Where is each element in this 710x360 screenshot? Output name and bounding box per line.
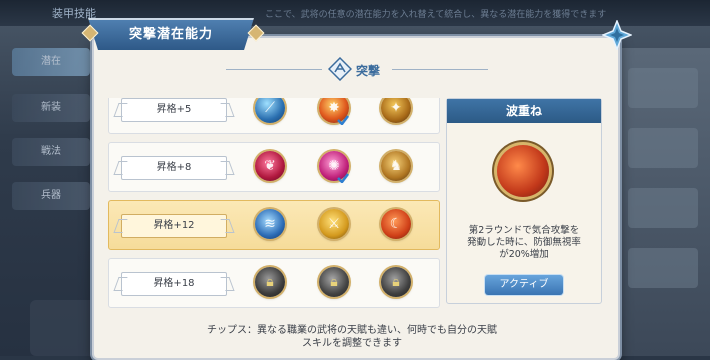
rank-list: 昇格+5 ⟋ ✸ ✦ 昇格+8 ❦ ✺ ♞ 昇格+12 ≋ ⚔ ☾ 昇格+18 … <box>108 98 440 320</box>
gold-rune-skill-icon[interactable]: ✦ <box>381 98 411 123</box>
background-side-item: 戦法 <box>12 138 90 166</box>
panel-title: 突撃潜在能力 <box>128 27 213 42</box>
checkmark-icon <box>337 115 349 125</box>
background-right-panel <box>618 48 710 356</box>
tips-text: チップス：異なる職業の武将の天賦も違い、何時でも自分の天賦 スキルを調整できます <box>207 325 497 349</box>
locked-skill-icon[interactable]: 🔒︎ <box>381 267 411 297</box>
background-side-item: 潜在 <box>12 48 90 76</box>
rank-row[interactable]: 昇格+5 ⟋ ✸ ✦ <box>108 98 440 134</box>
rank-label: 昇格+5 <box>121 98 227 122</box>
skill-detail-card: 波重ね 第2ラウンドで気合攻撃を 発動した時に、防御無視率 が20%増加 アクテ… <box>446 98 602 304</box>
charge-emblem-icon <box>328 57 352 81</box>
background-description: ここで、武将の任意の潜在能力を入れ替えて統合し、異なる潜在能力を獲得できます <box>265 10 607 20</box>
blue-wave-skill-icon[interactable]: ≋ <box>255 209 285 239</box>
skill-description: 第2ラウンドで気合攻撃を 発動した時に、防御無視率 が20%増加 <box>467 225 581 260</box>
rank-label: 昇格+18 <box>121 272 227 296</box>
red-crescent-skill-icon <box>497 145 549 197</box>
gold-blade-skill-icon[interactable]: ⚔ <box>319 209 349 239</box>
skill-name: 波重ね <box>447 99 601 123</box>
background-side-item: 兵器 <box>12 182 90 210</box>
rank-row[interactable]: 昇格+8 ❦ ✺ ♞ <box>108 142 440 192</box>
gold-warrior-skill-icon[interactable]: ♞ <box>381 151 411 181</box>
locked-skill-icon[interactable]: 🔒︎ <box>319 267 349 297</box>
section-divider <box>226 69 322 70</box>
section-title: 突撃 <box>356 64 381 78</box>
checkmark-icon <box>337 173 349 183</box>
section-divider <box>392 69 488 70</box>
rank-row-selected[interactable]: 昇格+12 ≋ ⚔ ☾ <box>108 200 440 250</box>
blue-slash-skill-icon[interactable]: ⟋ <box>255 98 285 123</box>
red-crescent-skill-icon[interactable]: ☾ <box>381 209 411 239</box>
background-side-item: 新装 <box>12 94 90 122</box>
close-icon[interactable] <box>602 20 632 50</box>
rank-label: 昇格+8 <box>121 156 227 180</box>
rank-row[interactable]: 昇格+18 🔒︎ 🔒︎ 🔒︎ <box>108 258 440 308</box>
crimson-skill-icon[interactable]: ❦ <box>255 151 285 181</box>
active-status-button[interactable]: アクティブ <box>485 275 563 295</box>
rank-label: 昇格+12 <box>121 214 227 238</box>
locked-skill-icon[interactable]: 🔒︎ <box>255 267 285 297</box>
